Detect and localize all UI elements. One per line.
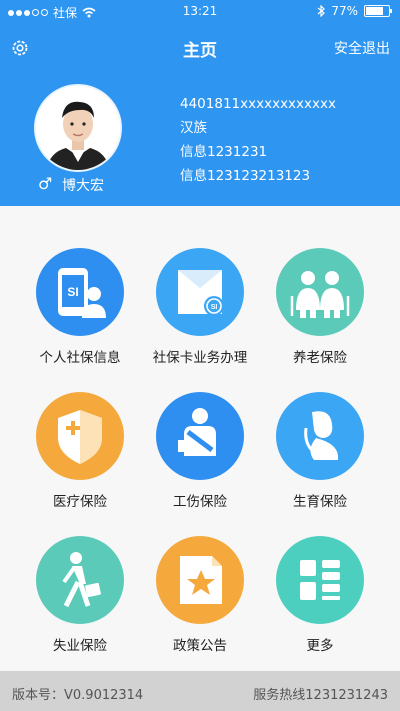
- service-hotline[interactable]: 服务热线1231231243: [253, 684, 388, 703]
- tile-icon-circle: [276, 536, 364, 624]
- tile-icon-circle: [156, 392, 244, 480]
- bluetooth-icon: [317, 5, 326, 17]
- tile-label: 养老保险: [293, 350, 347, 366]
- tile-more[interactable]: 更多: [255, 536, 385, 676]
- injured-person-icon: [178, 408, 216, 456]
- battery-icon: [364, 5, 392, 17]
- gender-icon: ♂: [38, 174, 53, 193]
- footer-bar: 版本号：V0.9012314 服务热线1231231243: [0, 671, 400, 711]
- more-grid-icon: [300, 560, 340, 600]
- social-card-icon: SI: [178, 270, 224, 316]
- battery-percent: 77%: [331, 4, 358, 18]
- phone-user-icon: SI: [58, 268, 106, 318]
- tile-icon-circle: SI: [36, 248, 124, 336]
- tile-medical-insurance[interactable]: 医疗保险: [15, 392, 145, 532]
- tile-social-card-service[interactable]: SI 社保卡业务办理: [135, 248, 265, 388]
- svg-text:SI: SI: [211, 304, 218, 311]
- tile-icon-circle: [276, 392, 364, 480]
- service-grid: SI 个人社保信息 SI 社保卡业务办理 养老保险 医疗保险 工伤保险 生育保险…: [0, 206, 400, 671]
- tile-icon-circle: [36, 392, 124, 480]
- tile-unemployment-insurance[interactable]: 失业保险: [15, 536, 145, 676]
- tile-label: 工伤保险: [173, 494, 227, 510]
- user-name: 博大宏: [62, 178, 104, 194]
- tile-icon-circle: [276, 248, 364, 336]
- tile-policy-announcements[interactable]: 政策公告: [135, 536, 265, 676]
- walking-person-icon: [62, 552, 101, 608]
- version-text: 版本号：V0.9012314: [12, 688, 144, 703]
- status-bar: 社保 13:21 77%: [0, 0, 400, 22]
- tile-label: 医疗保险: [53, 494, 107, 510]
- tile-injury-insurance[interactable]: 工伤保险: [135, 392, 265, 532]
- top-bar: 主页 安全退出: [0, 30, 400, 64]
- medical-shield-icon: [58, 410, 102, 464]
- tile-label: 社保卡业务办理: [152, 350, 248, 366]
- tile-label: 生育保险: [293, 494, 347, 510]
- star-document-icon: [180, 556, 222, 604]
- tile-label: 更多: [306, 638, 334, 654]
- tile-label: 个人社保信息: [39, 350, 121, 366]
- status-right: 77%: [317, 4, 392, 18]
- info-line-1: 信息1231231: [180, 144, 268, 160]
- header-banner: 社保 13:21 77% 主页 安全退出 ♂ 博大宏 4401811xxxxxx…: [0, 0, 400, 206]
- logout-button[interactable]: 安全退出: [334, 38, 390, 58]
- tile-icon-circle: [156, 536, 244, 624]
- pregnant-woman-icon: [304, 411, 339, 460]
- info-line-2: 信息123123213123: [180, 168, 311, 184]
- tile-personal-social-info[interactable]: SI 个人社保信息: [15, 248, 145, 388]
- user-info-block: 4401811xxxxxxxxxxxx 汉族 信息1231231 信息12312…: [180, 92, 336, 188]
- tile-icon-circle: [36, 536, 124, 624]
- svg-text:SI: SI: [67, 285, 78, 299]
- tile-label: 政策公告: [173, 638, 227, 654]
- id-number: 4401811xxxxxxxxxxxx: [180, 96, 336, 112]
- elderly-couple-icon: [290, 271, 350, 318]
- tile-label: 失业保险: [53, 638, 107, 654]
- avatar[interactable]: [34, 84, 122, 172]
- tile-icon-circle: SI: [156, 248, 244, 336]
- tile-maternity-insurance[interactable]: 生育保险: [255, 392, 385, 532]
- ethnicity: 汉族: [180, 120, 207, 136]
- tile-pension-insurance[interactable]: 养老保险: [255, 248, 385, 388]
